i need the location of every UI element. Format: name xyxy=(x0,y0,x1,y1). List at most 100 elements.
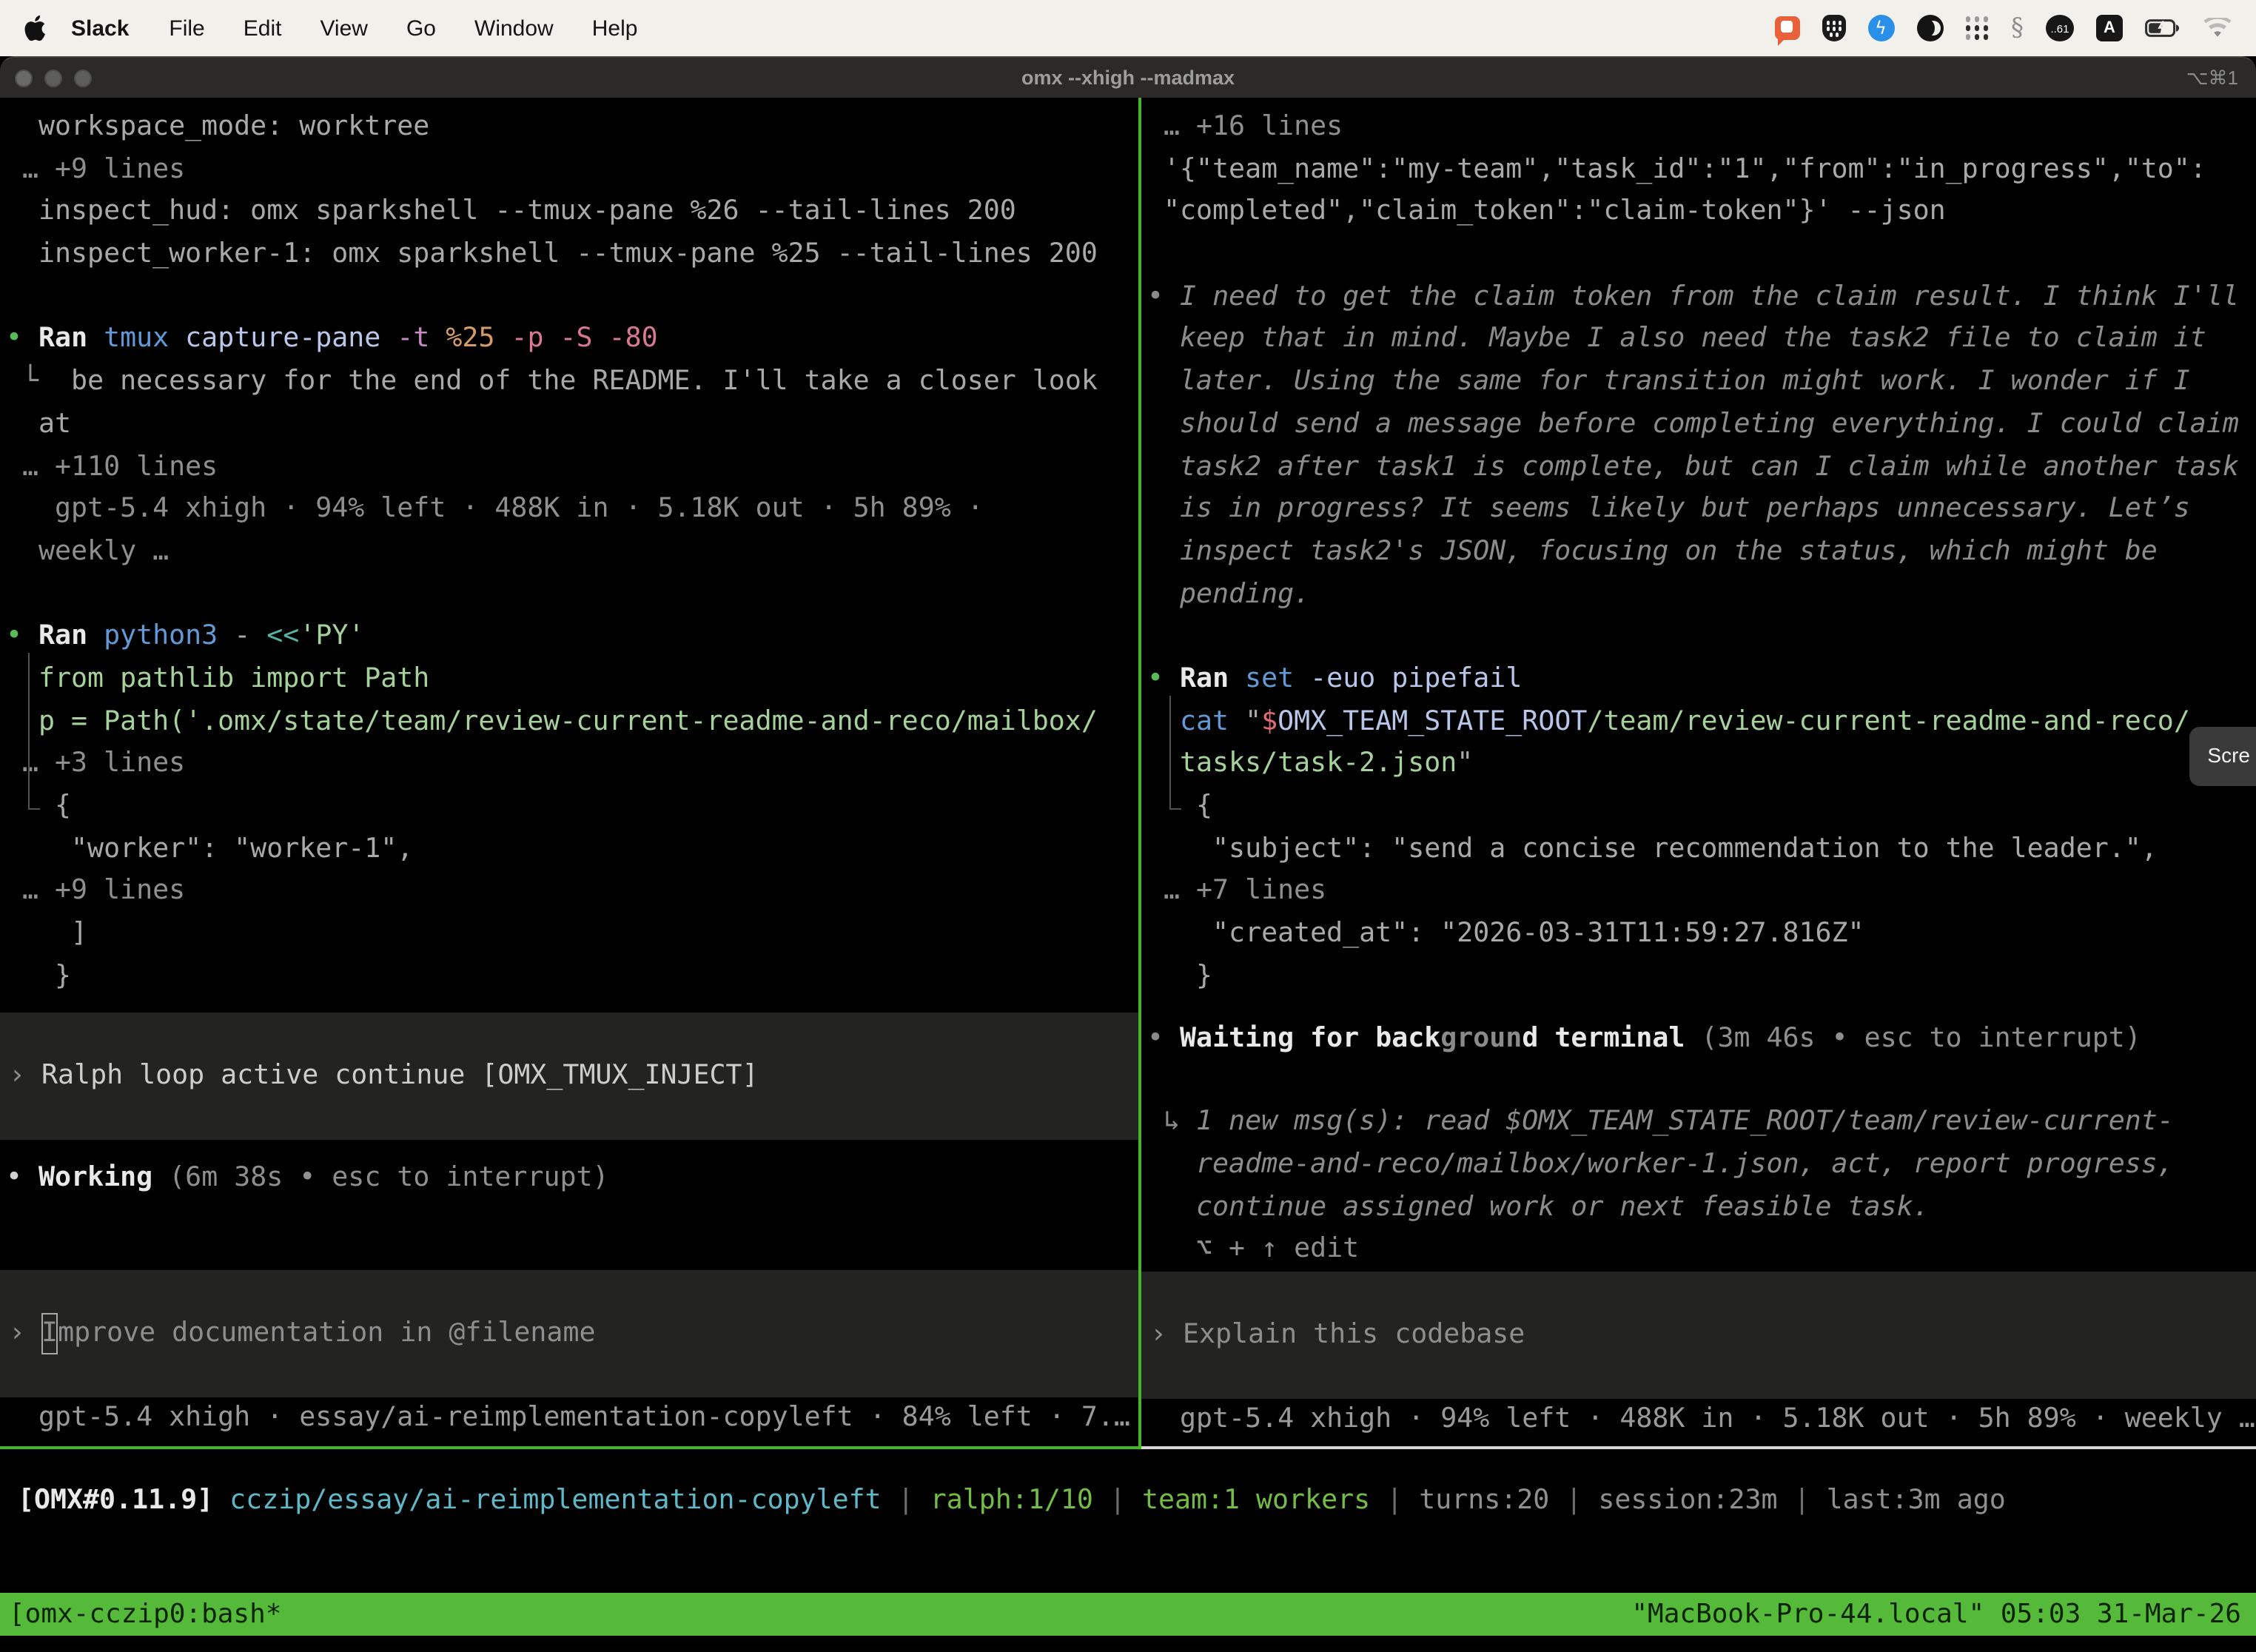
menu-item-help[interactable]: Help xyxy=(573,16,657,41)
cmd-set-pipefail: • Ran set -euo pipefail xyxy=(1141,659,2256,701)
thinking-line: should send a message before completing … xyxy=(1141,404,2256,446)
spacer xyxy=(0,1141,1138,1158)
output-line: { xyxy=(0,786,1138,828)
cmd-python-block: • Ran python3 - <<'PY' from pathlib impo… xyxy=(0,617,1138,829)
mailbox-hint: readme-and-reco/mailbox/worker-1.json, a… xyxy=(1141,1144,2256,1186)
spacer xyxy=(1141,617,2256,659)
prompt-chevron: › xyxy=(1150,1314,1183,1356)
screen-tooltip: Scre xyxy=(2189,727,2256,785)
collapsed-lines: … +9 lines xyxy=(0,149,1138,191)
thinking-line: later. Using the same for transition mig… xyxy=(1141,361,2256,403)
working-status: • Working (6m 38s • esc to interrupt) xyxy=(0,1158,1138,1201)
spacer xyxy=(0,998,1138,1013)
output-line: } xyxy=(1141,956,2256,998)
window-shortcut: ⌥⌘1 xyxy=(2186,66,2238,90)
spacer xyxy=(0,574,1138,616)
waiting-status: • Waiting for background terminal (3m 46… xyxy=(1141,1019,2256,1061)
dots-grid-icon[interactable] xyxy=(1965,16,1989,40)
text-cursor: I xyxy=(41,1312,58,1354)
output-line: "worker": "worker-1", xyxy=(0,828,1138,870)
omx-status-bar: [OMX#0.11.9] cczip/essay/ai-reimplementa… xyxy=(12,1480,2256,1522)
left-pane: workspace_mode: worktree … +9 lines insp… xyxy=(0,98,1138,1449)
output-line: weekly … xyxy=(0,531,1138,574)
output-line: } xyxy=(0,956,1138,998)
cmd-python: • Ran python3 - <<'PY' xyxy=(0,617,1138,659)
code-line: p = Path('.omx/state/team/review-current… xyxy=(0,701,1138,743)
prompt-chevron: › xyxy=(9,1312,41,1354)
collapsed-lines: … +7 lines xyxy=(1141,871,2256,913)
menu-item-file[interactable]: File xyxy=(150,16,224,41)
battery-icon[interactable] xyxy=(2145,19,2181,37)
menu-item-view[interactable]: View xyxy=(301,16,387,41)
apple-menu-icon[interactable] xyxy=(24,14,47,42)
cmd-tmux-capture: • Ran tmux capture-pane -t %25 -p -S -80 xyxy=(0,319,1138,361)
spacer xyxy=(0,277,1138,319)
output-line: "created_at": "2026-03-31T11:59:27.816Z" xyxy=(1141,913,2256,956)
chat-app-icon[interactable] xyxy=(1774,16,1799,40)
ralph-loop-banner: › Ralph loop active continue [OMX_TMUX_I… xyxy=(0,1013,1138,1141)
crescent-app-icon[interactable] xyxy=(1916,15,1943,41)
terminal-content: workspace_mode: worktree … +9 lines insp… xyxy=(0,98,2256,1449)
output-line: "completed","claim_token":"claim-token"}… xyxy=(1141,192,2256,234)
desktop: Slack File Edit View Go Window Help ϟ § … xyxy=(0,0,2256,1652)
model-status-line-right: gpt-5.4 xhigh · 94% left · 488K in · 5.1… xyxy=(1141,1399,2256,1448)
spacer xyxy=(1141,1061,2256,1101)
output-line: at xyxy=(0,404,1138,446)
mailbox-hint: ↳ 1 new msg(s): read $OMX_TEAM_STATE_ROO… xyxy=(1141,1101,2256,1144)
code-line: tasks/task-2.json" xyxy=(1141,744,2256,786)
output-line: workspace_mode: worktree xyxy=(0,107,1138,149)
output-line: "subject": "send a concise recommendatio… xyxy=(1141,828,2256,870)
prompt-chevron: › xyxy=(9,1055,41,1098)
collapsed-lines: … +16 lines xyxy=(1141,107,2256,149)
prompt-input-right[interactable]: › Explain this codebase xyxy=(1141,1272,2256,1399)
tmux-host-clock: "MacBook-Pro-44.local" 05:03 31-Mar-26 xyxy=(1631,1599,2241,1630)
thinking-line: is in progress? It seems likely but perh… xyxy=(1141,488,2256,531)
left-status-rows: • Working (6m 38s • esc to interrupt) xyxy=(0,1141,1138,1201)
cmd-cat-block: • Ran set -euo pipefail cat "$OMX_TEAM_S… xyxy=(1141,659,2256,829)
right-pane: … +16 lines '{"team_name":"my-team","tas… xyxy=(1141,98,2256,1449)
indent-guide xyxy=(1169,696,1171,810)
wifi-icon[interactable] xyxy=(2203,18,2232,38)
code-line: cat "$OMX_TEAM_STATE_ROOT/team/review-cu… xyxy=(1141,701,2256,743)
input-placeholder: mprove documentation in @filename xyxy=(58,1312,595,1354)
screen: Slack File Edit View Go Window Help ϟ § … xyxy=(0,0,2256,1652)
input-placeholder: Explain this codebase xyxy=(1183,1314,1525,1356)
thinking-line: keep that in mind. Maybe I also need the… xyxy=(1141,319,2256,361)
mailbox-hint: continue assigned work or next feasible … xyxy=(1141,1186,2256,1229)
output-line: gpt-5.4 xhigh · 94% left · 488K in · 5.1… xyxy=(0,488,1138,531)
squiggle-icon[interactable]: § xyxy=(2011,16,2024,41)
collapsed-lines: … +9 lines xyxy=(0,871,1138,913)
menu-status-icons: ϟ § ..61 A xyxy=(1774,15,2232,41)
thinking-line: inspect task2's JSON, focusing on the st… xyxy=(1141,531,2256,574)
indent-guide xyxy=(28,654,30,810)
omx-status-line: [OMX#0.11.9] cczip/essay/ai-reimplementa… xyxy=(12,1480,2256,1522)
menu-bar: Slack File Edit View Go Window Help ϟ § … xyxy=(0,0,2256,56)
grid-shield-icon[interactable] xyxy=(1822,15,1845,41)
badge-61-icon[interactable]: ..61 xyxy=(2046,15,2074,41)
spacer xyxy=(1141,234,2256,276)
thinking-line: task2 after task1 is complete, but can I… xyxy=(1141,446,2256,488)
menu-item-edit[interactable]: Edit xyxy=(224,16,301,41)
output-line: └ be necessary for the end of the README… xyxy=(0,361,1138,403)
window-title: omx --xhigh --madmax xyxy=(0,67,2256,89)
input-source-icon[interactable]: A xyxy=(2096,15,2123,41)
output-line: ] xyxy=(0,913,1138,956)
model-status-line-left: gpt-5.4 xhigh · essay/ai-reimplementatio… xyxy=(0,1397,1138,1446)
edit-hint: ⌥ + ↑ edit xyxy=(1141,1229,2256,1271)
output-line: inspect_hud: omx sparkshell --tmux-pane … xyxy=(0,192,1138,234)
thinking-line: • I need to get the claim token from the… xyxy=(1141,277,2256,319)
menu-item-go[interactable]: Go xyxy=(387,16,455,41)
window-titlebar: omx --xhigh --madmax ⌥⌘1 xyxy=(0,56,2256,98)
collapsed-lines: … +3 lines xyxy=(0,744,1138,786)
prompt-input-left[interactable]: › Improve documentation in @filename xyxy=(0,1270,1138,1397)
output-line: { xyxy=(1141,786,2256,828)
output-line: inspect_worker-1: omx sparkshell --tmux-… xyxy=(0,234,1138,276)
spacer xyxy=(1141,998,2256,1019)
menu-item-slack[interactable]: Slack xyxy=(53,16,150,41)
messenger-icon[interactable]: ϟ xyxy=(1867,15,1894,41)
ralph-loop-text: Ralph loop active continue [OMX_TMUX_INJ… xyxy=(41,1055,759,1098)
tmux-status-bar: [omx-cczip0:bash* "MacBook-Pro-44.local"… xyxy=(0,1593,2256,1636)
code-line: from pathlib import Path xyxy=(0,659,1138,701)
collapsed-lines: … +110 lines xyxy=(0,446,1138,488)
menu-item-window[interactable]: Window xyxy=(455,16,573,41)
